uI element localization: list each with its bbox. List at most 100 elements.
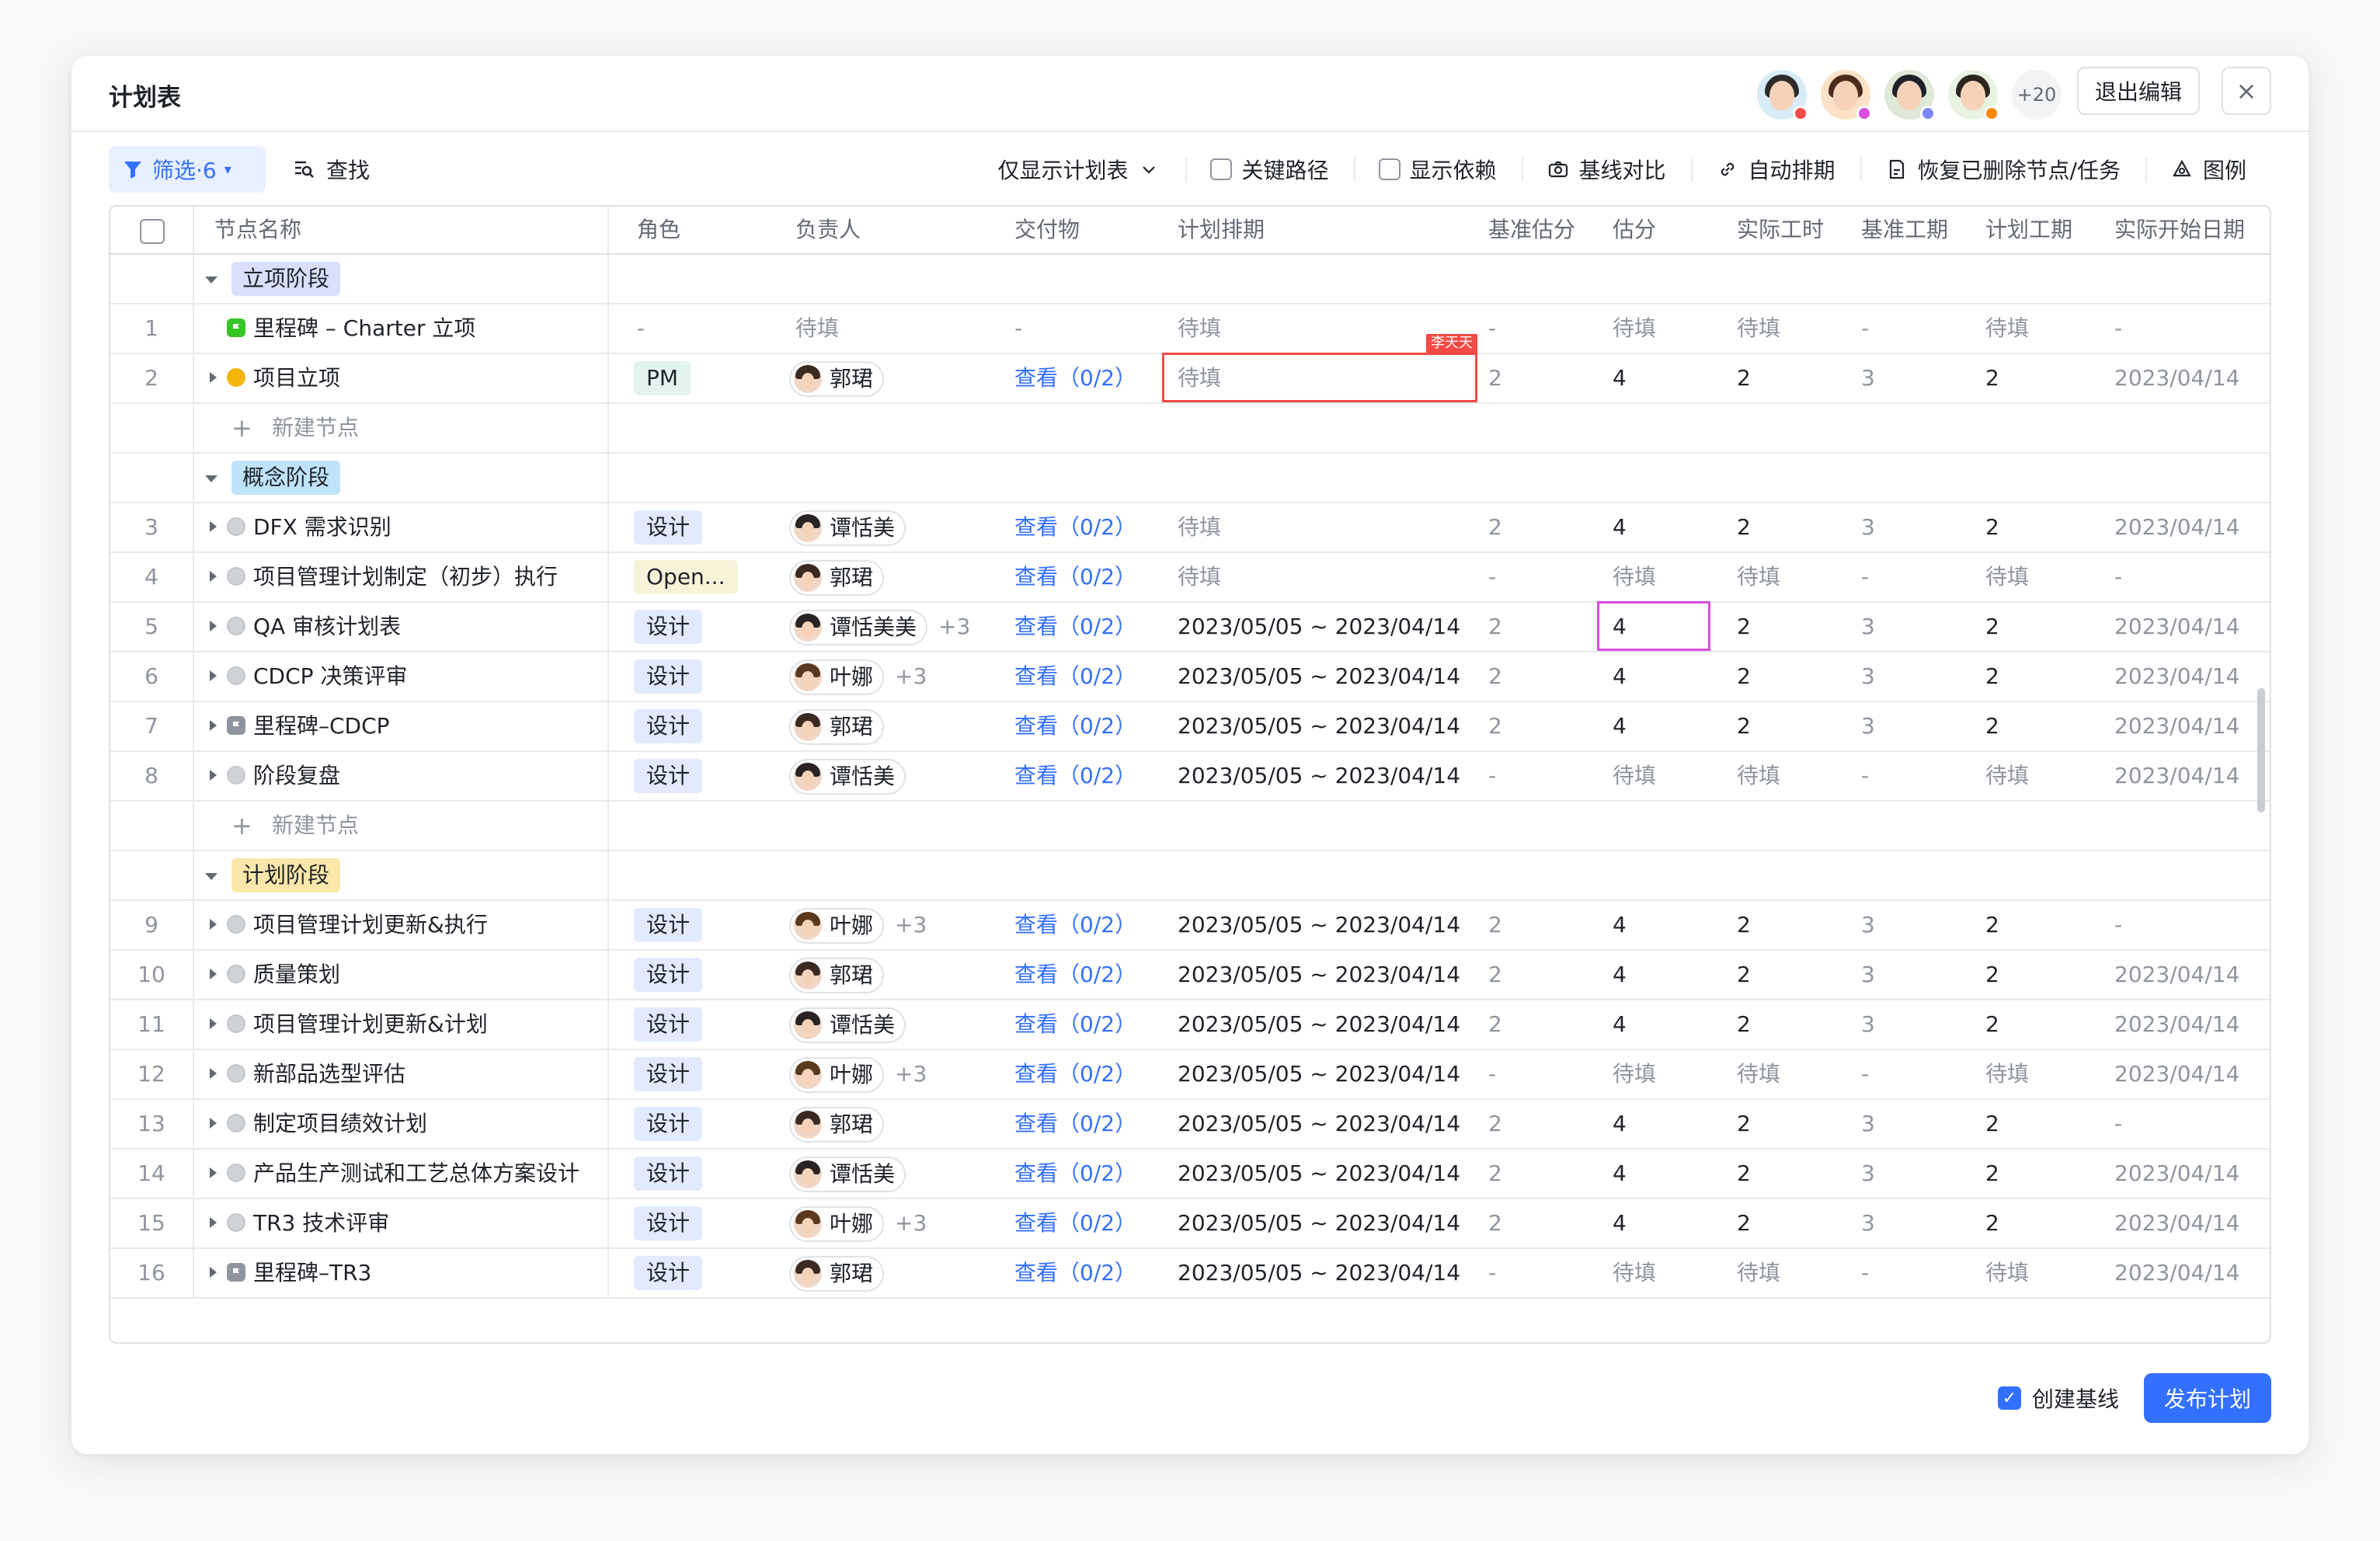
role-tag[interactable]: 设计: [634, 759, 703, 793]
table-row[interactable]: 15 TR3 技术评审 设计 叶娜 +3 查看（0/2） 2023/05/05 ~ 2023…: [110, 1199, 2270, 1249]
node-name[interactable]: QA 审核计划表: [253, 614, 401, 639]
actual-start-value[interactable]: -: [2114, 553, 2122, 601]
node-name[interactable]: 质量策划: [253, 962, 340, 987]
more-owners-count[interactable]: +3: [895, 912, 927, 937]
est-value[interactable]: 4: [1613, 901, 1627, 949]
owner-chip[interactable]: 谭恬美: [789, 510, 906, 546]
role-tag[interactable]: 设计: [634, 1206, 703, 1240]
base-est-value[interactable]: -: [1488, 304, 1496, 353]
collaborator-avatar[interactable]: [1948, 70, 1999, 121]
show-only-plan-dropdown[interactable]: 仅显示计划表: [973, 146, 1185, 193]
actual-hours-value[interactable]: 待填: [1737, 752, 1780, 800]
close-button[interactable]: ×: [2222, 67, 2271, 115]
base-est-value[interactable]: 2: [1488, 354, 1502, 402]
base-est-value[interactable]: 2: [1488, 652, 1502, 701]
plan-period-value[interactable]: 2: [1985, 1000, 1999, 1049]
table-row[interactable]: 2 项目立项 PM 郭珺 查看（0/2） 待填 2 4 2 3 2 2023/04/14 李天天: [110, 334, 2270, 404]
more-owners-count[interactable]: +3: [895, 1210, 927, 1236]
actual-start-value[interactable]: 2023/04/14: [2114, 702, 2239, 750]
deliverable-link[interactable]: 查看（0/2）: [1014, 1100, 1136, 1148]
est-value[interactable]: 4: [1613, 354, 1627, 402]
table-row[interactable]: 13 制定项目绩效计划 设计 郭珺 查看（0/2） 2023/05/05 ~ 2023/0…: [110, 1100, 2270, 1150]
plan-period-value[interactable]: 2: [1985, 1199, 1999, 1247]
role-tag[interactable]: 设计: [634, 510, 703, 544]
publish-plan-button[interactable]: 发布计划: [2144, 1373, 2271, 1423]
find-button[interactable]: 查找: [292, 146, 370, 193]
schedule-value[interactable]: 2023/05/05 ~ 2023/04/14: [1178, 1050, 1460, 1098]
collaborator-avatar[interactable]: [1757, 70, 1808, 121]
base-period-value[interactable]: 3: [1861, 1199, 1875, 1247]
baseline-compare-button[interactable]: 基线对比: [1521, 146, 1691, 193]
table-row[interactable]: 11 项目管理计划更新&计划 设计 谭恬美 查看（0/2） 2023/05/05 ~ 20…: [110, 1000, 2270, 1050]
owner-chip[interactable]: 郭珺: [789, 560, 885, 596]
schedule-value[interactable]: 2023/05/05 ~ 2023/04/14: [1178, 702, 1460, 750]
est-value[interactable]: 4: [1613, 1150, 1627, 1198]
node-name[interactable]: 阶段复盘: [253, 763, 340, 788]
actual-hours-value[interactable]: 2: [1737, 652, 1751, 701]
base-period-value[interactable]: 3: [1861, 1000, 1875, 1049]
plus-icon[interactable]: +: [231, 404, 252, 452]
role-tag[interactable]: 设计: [634, 958, 703, 992]
owner-chip[interactable]: 叶娜: [789, 1206, 885, 1242]
show-deps-checkbox[interactable]: [1378, 158, 1401, 180]
node-name[interactable]: 里程碑–CDCP: [253, 713, 390, 739]
collaborator-avatar[interactable]: [1884, 70, 1936, 121]
plan-period-value[interactable]: 待填: [1985, 553, 2029, 601]
more-owners-count[interactable]: +3: [895, 663, 927, 689]
node-name[interactable]: DFX 需求识别: [253, 514, 391, 540]
plan-period-value[interactable]: 2: [1985, 503, 1999, 551]
expand-caret-icon[interactable]: [210, 720, 217, 731]
role-tag[interactable]: 设计: [634, 659, 703, 694]
schedule-value[interactable]: 2023/05/05 ~ 2023/04/14: [1178, 652, 1460, 701]
base-est-value[interactable]: 2: [1488, 1150, 1502, 1198]
table-row[interactable]: 1 里程碑 – Charter 立项 - 待填 - 待填 - 待填 待填 - 待填 -: [110, 304, 2270, 354]
schedule-value[interactable]: 2023/05/05 ~ 2023/04/14: [1178, 752, 1460, 800]
schedule-value[interactable]: 2023/05/05 ~ 2023/04/14: [1178, 951, 1460, 999]
deliverable-link[interactable]: 查看（0/2）: [1014, 1199, 1136, 1247]
actual-hours-value[interactable]: 2: [1737, 354, 1751, 402]
base-est-value[interactable]: 2: [1488, 1100, 1502, 1148]
role-value[interactable]: -: [637, 304, 645, 353]
base-est-value[interactable]: -: [1488, 1249, 1496, 1297]
owner-chip[interactable]: 谭恬美: [789, 1157, 906, 1192]
base-est-value[interactable]: 2: [1488, 503, 1502, 551]
est-value[interactable]: 4: [1613, 702, 1627, 750]
group-row[interactable]: 立项阶段: [110, 255, 2270, 304]
node-name[interactable]: CDCP 决策评审: [253, 663, 407, 689]
col-plan-period[interactable]: 计划工期: [1985, 207, 2072, 253]
schedule-value[interactable]: 2023/05/05 ~ 2023/04/14: [1178, 1100, 1460, 1148]
base-est-value[interactable]: 2: [1488, 1199, 1502, 1247]
plan-period-value[interactable]: 2: [1985, 951, 1999, 999]
schedule-value[interactable]: 2023/05/05 ~ 2023/04/14: [1178, 603, 1460, 651]
table-row[interactable]: 6 CDCP 决策评审 设计 叶娜 +3 查看（0/2） 2023/05/05 ~ 2023…: [110, 652, 2270, 702]
plan-period-value[interactable]: 2: [1985, 1100, 1999, 1148]
deliverable-link[interactable]: 查看（0/2）: [1014, 1000, 1136, 1049]
more-owners-count[interactable]: +3: [895, 1061, 927, 1087]
plan-period-value[interactable]: 待填: [1985, 1249, 2029, 1297]
role-tag[interactable]: 设计: [634, 709, 703, 743]
actual-hours-value[interactable]: 待填: [1737, 304, 1780, 353]
node-name[interactable]: 项目管理计划制定（初步）执行: [253, 564, 558, 590]
actual-hours-value[interactable]: 2: [1737, 503, 1751, 551]
base-period-value[interactable]: 3: [1861, 652, 1875, 701]
est-value[interactable]: 4: [1613, 951, 1627, 999]
more-collaborators-count[interactable]: +20: [2012, 70, 2062, 120]
col-owner[interactable]: 负责人: [795, 207, 861, 253]
est-value[interactable]: 4: [1613, 652, 1627, 701]
node-name[interactable]: 新部品选型评估: [253, 1061, 405, 1087]
deliverable-link[interactable]: 查看（0/2）: [1014, 652, 1136, 701]
deliverable-link[interactable]: 查看（0/2）: [1014, 1050, 1136, 1098]
est-value[interactable]: 待填: [1613, 304, 1656, 353]
owner-chip[interactable]: 叶娜: [789, 908, 885, 944]
base-est-value[interactable]: -: [1488, 752, 1496, 800]
actual-hours-value[interactable]: 2: [1737, 901, 1751, 949]
role-tag[interactable]: Open...: [634, 560, 738, 594]
base-period-value[interactable]: 3: [1861, 1150, 1875, 1198]
base-est-value[interactable]: 2: [1488, 951, 1502, 999]
owner-chip[interactable]: 叶娜: [789, 1057, 885, 1093]
base-period-value[interactable]: 3: [1861, 503, 1875, 551]
owner-chip[interactable]: 郭珺: [789, 709, 885, 745]
expand-caret-icon[interactable]: [210, 621, 217, 631]
vertical-scrollbar[interactable]: [2257, 688, 2265, 812]
node-name[interactable]: TR3 技术评审: [253, 1210, 389, 1236]
